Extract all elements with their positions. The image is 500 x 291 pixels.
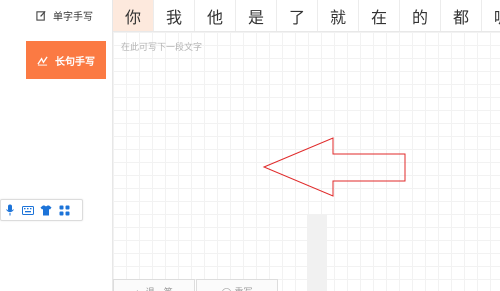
single-char-mode-label: 单字手写 [53,11,93,23]
pen-square-icon [36,10,46,21]
microphone-icon[interactable] [1,201,19,219]
candidate-char[interactable]: 就 [318,0,359,31]
candidate-char[interactable]: 是 [236,0,277,31]
undo-stroke-button[interactable]: ← 退一笔 [113,279,195,291]
candidate-char[interactable]: 了 [277,0,318,31]
candidate-char[interactable]: 他 [195,0,236,31]
candidate-char[interactable]: 我 [154,0,195,31]
keyboard-icon[interactable] [19,201,37,219]
candidate-char[interactable]: 的 [400,0,441,31]
writing-scroll-strip [307,214,327,291]
grid-apps-icon[interactable] [55,201,73,219]
ime-toolbar [0,199,83,221]
writing-hint: 在此可写下一段文字 [121,43,203,53]
bottom-actions: ← 退一笔 ◯ 重写 [113,279,279,291]
rewrite-button[interactable]: ◯ 重写 [196,279,278,291]
long-sentence-mode-tab[interactable]: 长句手写 [26,41,106,79]
candidate-char[interactable]: 呢 [482,0,500,31]
candidate-bar: 你我他是了就在的都呢 [113,0,500,32]
handwriting-icon [37,55,48,66]
mode-sidebar: 单字手写 长句手写 [0,0,113,291]
candidate-char[interactable]: 你 [113,0,154,31]
single-char-mode-tab[interactable]: 单字手写 [26,0,112,30]
skin-icon[interactable] [37,201,55,219]
candidate-char[interactable]: 都 [441,0,482,31]
handwriting-panel: 单字手写 长句手写 你 我 他 是 了 就 在 的 都 在此可写下一段文字 [0,0,500,291]
long-sentence-mode-label: 长句手写 [55,56,95,68]
candidate-char[interactable]: 在 [359,0,400,31]
